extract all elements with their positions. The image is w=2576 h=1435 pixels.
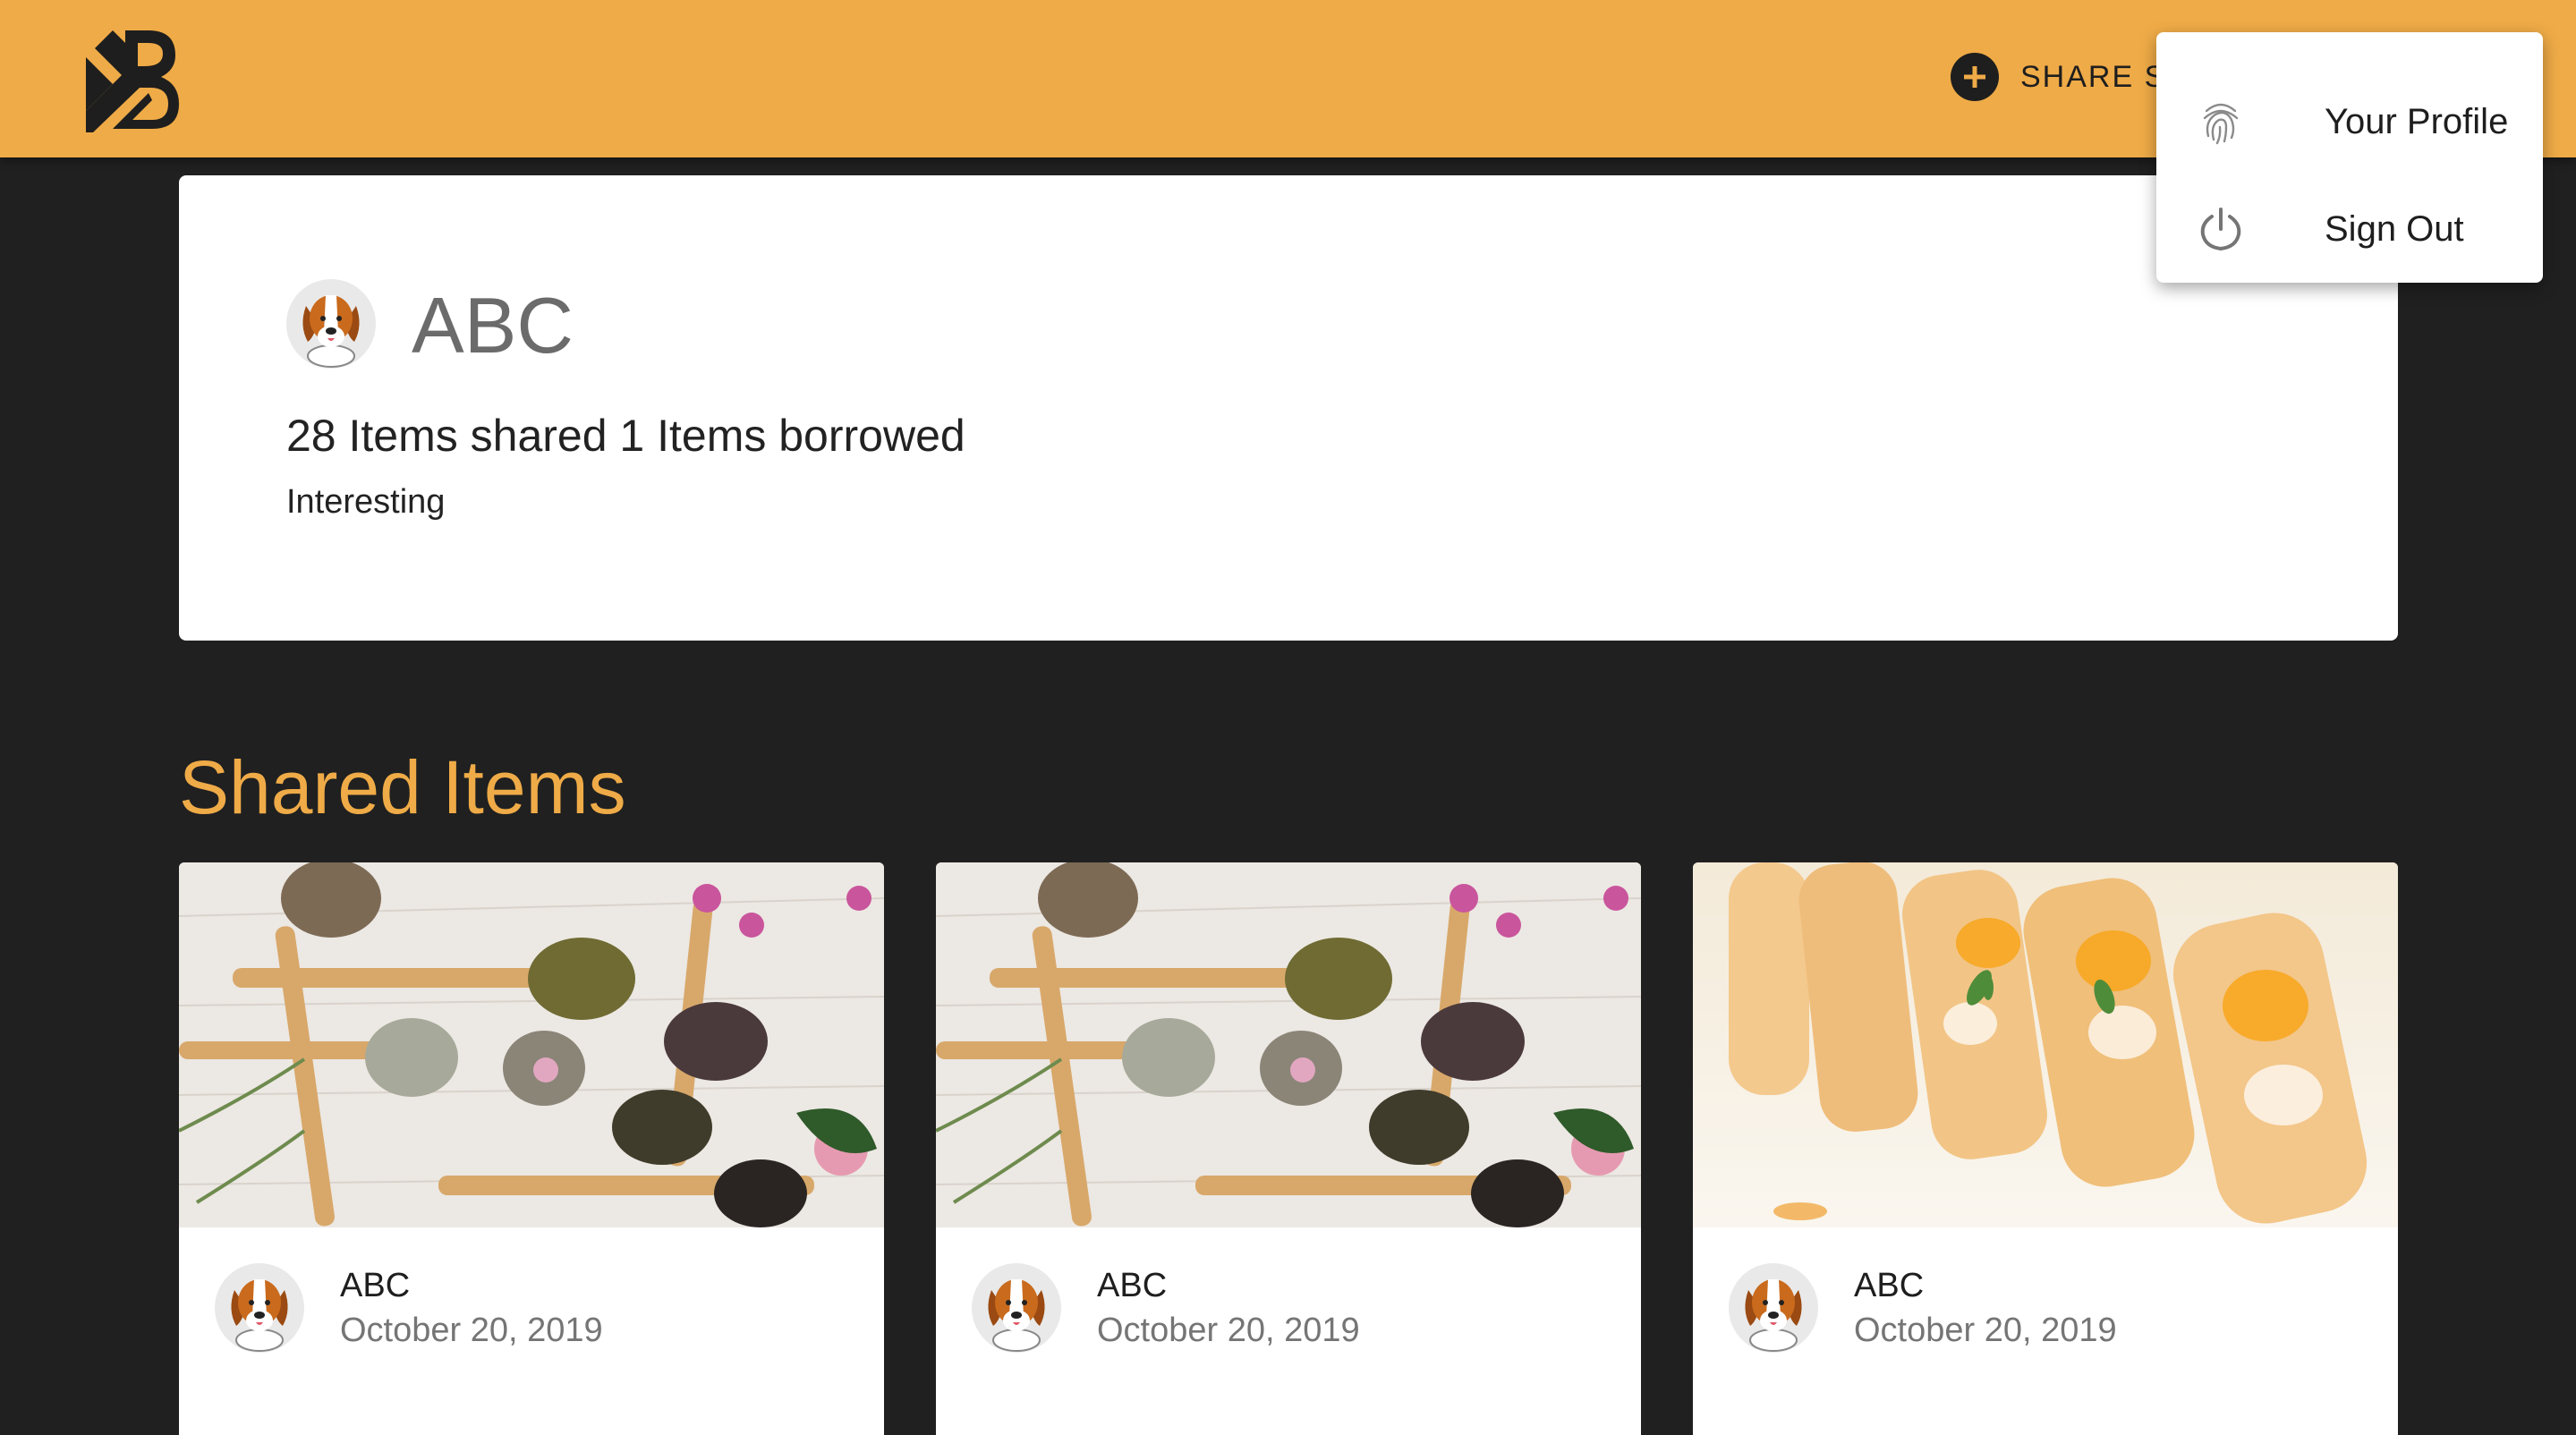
profile-bio: Interesting <box>286 483 446 521</box>
menu-item-label: Your Profile <box>2325 101 2509 141</box>
menu-item-sign-out[interactable]: Sign Out <box>2156 175 2543 283</box>
item-card[interactable]: ABC October 20, 2019 <box>179 862 884 1435</box>
avatar <box>215 1263 304 1353</box>
tea-spoons-image <box>179 862 884 1227</box>
avatar <box>972 1263 1061 1353</box>
item-date: October 20, 2019 <box>1097 1312 1360 1349</box>
share-something-button[interactable]: SHARE S <box>1951 50 2166 104</box>
menu-item-label: Sign Out <box>2325 208 2464 249</box>
item-card[interactable]: ABC October 20, 2019 <box>1693 862 2398 1435</box>
profile-name: ABC <box>412 281 574 369</box>
spring-rolls-image <box>1693 862 2398 1227</box>
item-owner: ABC <box>340 1267 411 1304</box>
menu-item-your-profile[interactable]: Your Profile <box>2156 68 2543 175</box>
share-button-label: SHARE S <box>2020 59 2167 94</box>
section-title: Shared Items <box>179 745 626 829</box>
profile-card: ABC 28 Items shared 1 Items borrowed Int… <box>179 175 2398 641</box>
plus-circle-icon <box>1951 53 1999 101</box>
fingerprint-icon <box>2203 103 2239 145</box>
item-date: October 20, 2019 <box>340 1312 603 1349</box>
boomtown-logo-icon[interactable] <box>86 21 184 132</box>
item-card[interactable]: ABC October 20, 2019 <box>936 862 1641 1435</box>
tea-spoons-image <box>936 862 1641 1227</box>
item-date: October 20, 2019 <box>1854 1312 2117 1349</box>
account-menu: Your Profile Sign Out <box>2156 32 2543 283</box>
avatar <box>286 279 376 369</box>
item-owner: ABC <box>1854 1267 1925 1304</box>
profile-stats: 28 Items shared 1 Items borrowed <box>286 411 965 461</box>
item-owner: ABC <box>1097 1267 1168 1304</box>
avatar <box>1729 1263 1818 1353</box>
power-icon <box>2200 208 2241 251</box>
